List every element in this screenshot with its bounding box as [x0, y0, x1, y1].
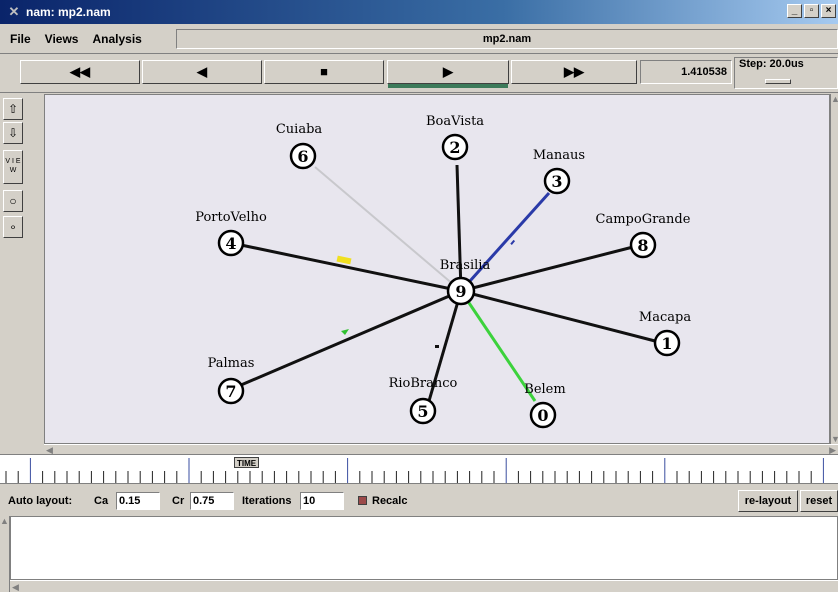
packet-blue — [510, 239, 516, 245]
stop-button[interactable]: ■ — [264, 60, 384, 84]
textarea-scroll-left-icon[interactable]: ◀ — [12, 582, 19, 592]
network-canvas[interactable]: 9 Brasilia 6 Cuiaba 2 BoaVista 3 Manaus … — [44, 94, 830, 444]
node-portovelho-label: PortoVelho — [195, 210, 267, 225]
menu-bar: File Views Analysis mp2.nam — [0, 24, 838, 54]
app-icon: ✕ — [8, 4, 20, 19]
packet-black — [435, 345, 439, 348]
view-button[interactable]: V I E W — [3, 150, 23, 184]
link-portovelho — [240, 243, 462, 293]
link-manaus — [459, 191, 551, 293]
menu-analysis[interactable]: Analysis — [85, 32, 148, 46]
link-palmas — [240, 289, 462, 387]
menu-views[interactable]: Views — [38, 32, 86, 46]
cr-label: Cr — [172, 495, 185, 507]
node-boavista[interactable]: 2 BoaVista — [426, 114, 484, 161]
window-controls: _ ▫ × — [787, 4, 836, 18]
timeline-ruler[interactable]: TIME — [0, 454, 838, 484]
cr-input[interactable]: 0.75 — [190, 492, 234, 510]
node-campogrande[interactable]: 8 CampoGrande — [596, 212, 691, 259]
step-label: Step: 20.0us — [739, 58, 804, 70]
auto-layout-bar: Auto layout: Ca 0.15 Cr 0.75 Iterations … — [0, 486, 838, 514]
playback-bar: ◀◀ ◀ ■ ▶ ▶▶ 1.410538 Step: 20.0us — [0, 55, 838, 93]
ca-input[interactable]: 0.15 — [116, 492, 160, 510]
textarea-horizontal-scrollbar[interactable]: ◀ — [10, 580, 838, 592]
play-backward-button[interactable]: ◀ — [142, 60, 262, 84]
textarea-scroll-up-icon[interactable]: ▲ — [0, 516, 9, 526]
node-manaus-id: 3 — [551, 172, 562, 191]
scroll-up-arrow-icon[interactable]: ▲ — [831, 94, 838, 104]
circle-small-icon[interactable]: ∘ — [3, 216, 23, 238]
canvas-horizontal-scrollbar[interactable]: ◀ ▶ — [44, 444, 838, 455]
ca-label: Ca — [94, 495, 109, 507]
node-riobranco-id: 5 — [417, 402, 428, 421]
menu-file[interactable]: File — [0, 32, 38, 46]
circle-large-icon[interactable]: ○ — [3, 190, 23, 212]
node-cuiaba-id: 6 — [297, 147, 308, 166]
packet-yellow — [336, 255, 352, 265]
rewind-button[interactable]: ◀◀ — [20, 60, 140, 84]
node-manaus-label: Manaus — [533, 148, 585, 163]
node-boavista-id: 2 — [449, 138, 460, 157]
node-riobranco[interactable]: 5 RioBranco — [389, 376, 458, 425]
node-palmas[interactable]: 7 Palmas — [208, 356, 255, 405]
iterations-label: Iterations — [242, 495, 292, 507]
step-slider[interactable] — [765, 79, 791, 84]
node-cuiaba-label: Cuiaba — [276, 122, 323, 137]
step-control: Step: 20.0us — [734, 57, 838, 89]
node-belem[interactable]: 0 Belem — [524, 382, 566, 429]
node-belem-id: 0 — [537, 406, 548, 425]
title-bar: ✕ nam: mp2.nam _ ▫ × — [0, 0, 838, 24]
node-riobranco-label: RioBranco — [389, 376, 458, 391]
iterations-input[interactable]: 10 — [300, 492, 344, 510]
file-title: mp2.nam — [176, 29, 838, 49]
minimize-button[interactable]: _ — [787, 4, 802, 18]
node-brasilia-id: 9 — [455, 282, 466, 301]
node-portovelho-id: 4 — [225, 234, 236, 253]
reset-button[interactable]: reset — [800, 490, 838, 512]
node-boavista-label: BoaVista — [426, 114, 484, 129]
recalc-checkbox[interactable] — [358, 496, 367, 505]
auto-layout-label: Auto layout: — [8, 495, 73, 507]
close-button[interactable]: × — [821, 4, 836, 18]
canvas-vertical-scrollbar[interactable]: ▲ ▼ — [830, 94, 838, 444]
node-campogrande-label: CampoGrande — [596, 212, 691, 227]
fast-forward-button[interactable]: ▶▶ — [511, 60, 637, 84]
zoom-in-icon[interactable]: ⇧ — [3, 98, 23, 120]
time-slider-marker[interactable]: TIME — [234, 457, 260, 468]
recalc-label: Recalc — [372, 495, 408, 507]
node-macapa[interactable]: 1 Macapa — [639, 310, 691, 357]
window-title: nam: mp2.nam — [26, 5, 111, 19]
network-graph: 9 Brasilia 6 Cuiaba 2 BoaVista 3 Manaus … — [195, 114, 691, 429]
node-palmas-label: Palmas — [208, 356, 255, 371]
textarea-vertical-scrollbar[interactable]: ▲ — [0, 516, 10, 592]
current-time: 1.410538 — [640, 60, 732, 84]
timeline-ticks — [5, 458, 824, 483]
packet-green — [341, 329, 349, 335]
zoom-out-icon[interactable]: ⇩ — [3, 122, 23, 144]
play-forward-button[interactable]: ▶ — [387, 60, 509, 88]
annotation-textarea[interactable] — [10, 516, 838, 580]
node-campogrande-id: 8 — [637, 236, 648, 255]
node-belem-label: Belem — [524, 382, 565, 397]
tool-column: ⇧ ⇩ V I E W ○ ∘ — [0, 94, 44, 452]
node-manaus[interactable]: 3 Manaus — [533, 148, 585, 195]
maximize-button[interactable]: ▫ — [804, 4, 819, 18]
node-cuiaba[interactable]: 6 Cuiaba — [276, 122, 323, 170]
scroll-down-arrow-icon[interactable]: ▼ — [831, 434, 838, 444]
node-brasilia-label: Brasilia — [440, 258, 491, 273]
node-palmas-id: 7 — [225, 382, 236, 401]
node-macapa-id: 1 — [661, 334, 672, 353]
node-macapa-label: Macapa — [639, 310, 691, 325]
relayout-button[interactable]: re-layout — [738, 490, 798, 512]
